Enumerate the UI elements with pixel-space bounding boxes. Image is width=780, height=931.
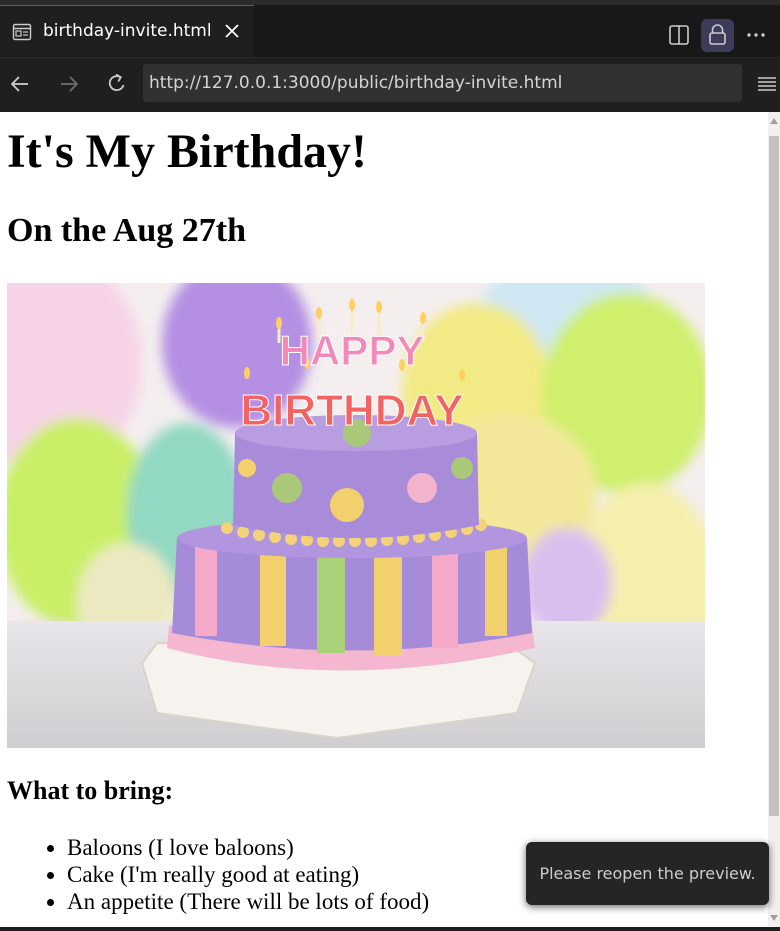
notification-message: Please reopen the preview. xyxy=(539,864,756,883)
tab-bar: birthday-invite.html xyxy=(0,5,780,58)
reload-icon[interactable] xyxy=(105,71,129,95)
scroll-thumb[interactable] xyxy=(769,136,779,816)
bring-heading: What to bring: xyxy=(7,776,174,805)
url-input[interactable] xyxy=(143,64,742,102)
menu-icon[interactable] xyxy=(755,72,779,96)
vertical-scrollbar[interactable] xyxy=(768,112,780,927)
back-arrow-icon[interactable] xyxy=(8,72,32,96)
list-item: Baloons (I love baloons) xyxy=(67,834,429,861)
tab-birthday-invite[interactable]: birthday-invite.html xyxy=(0,5,254,57)
bring-list: Baloons (I love baloons) Cake (I'm reall… xyxy=(27,834,429,915)
notification-toast: Please reopen the preview. xyxy=(526,842,769,905)
list-item: An appetite (There will be lots of food) xyxy=(67,888,429,915)
list-item: Cake (I'm really good at eating) xyxy=(67,861,429,888)
lock-icon xyxy=(709,24,726,45)
scroll-up-arrow-icon[interactable] xyxy=(770,118,778,124)
preview-viewport: It's My Birthday! On the Aug 27th HAPPY … xyxy=(0,112,768,927)
birthday-cake-image: HAPPY BIRTHDAY xyxy=(7,283,705,748)
cake-text-birthday: BIRTHDAY xyxy=(240,386,463,435)
more-icon[interactable] xyxy=(744,23,768,47)
tab-label: birthday-invite.html xyxy=(43,21,212,41)
lock-button[interactable] xyxy=(701,19,734,52)
close-icon[interactable] xyxy=(222,21,242,41)
navigation-bar xyxy=(0,58,780,112)
cake-text-happy: HAPPY xyxy=(280,327,425,374)
window-bottom-strip xyxy=(0,927,780,931)
preview-file-icon xyxy=(12,23,32,41)
forward-arrow-icon[interactable] xyxy=(57,72,81,96)
scroll-down-arrow-icon[interactable] xyxy=(770,915,778,921)
split-editor-icon[interactable] xyxy=(668,24,690,46)
page-subtitle: On the Aug 27th xyxy=(7,212,246,249)
page-title: It's My Birthday! xyxy=(7,125,367,178)
